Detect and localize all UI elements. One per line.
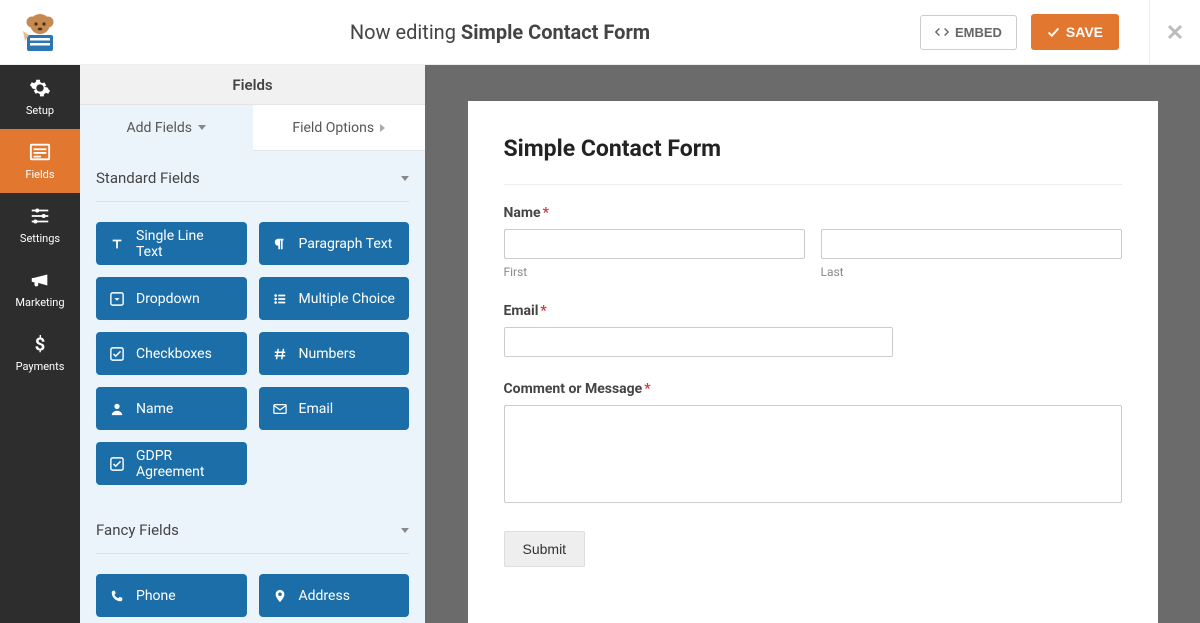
check-square-icon — [110, 457, 124, 471]
gear-icon — [29, 77, 51, 99]
form-field-message[interactable]: Comment or Message* — [504, 381, 1122, 507]
required-asterisk: * — [540, 303, 546, 319]
dollar-icon: $ — [29, 333, 51, 355]
envelope-icon — [273, 402, 287, 416]
svg-text:$: $ — [35, 334, 46, 355]
message-label: Comment or Message* — [504, 381, 1122, 397]
sidebar: Setup Fields Settings Marketing $ Paymen… — [0, 65, 80, 623]
field-address[interactable]: Address — [259, 574, 410, 617]
first-name-sublabel: First — [504, 265, 805, 279]
user-icon — [110, 402, 124, 416]
close-button[interactable] — [1150, 0, 1200, 65]
sidebar-item-payments[interactable]: $ Payments — [0, 321, 80, 385]
save-button[interactable]: SAVE — [1031, 14, 1119, 50]
sidebar-item-settings[interactable]: Settings — [0, 193, 80, 257]
panel-header: Fields — [80, 65, 425, 105]
tab-field-options[interactable]: Field Options — [253, 105, 426, 151]
embed-button[interactable]: EMBED — [920, 15, 1017, 50]
form-preview-title: Simple Contact Form — [504, 135, 1122, 185]
panel-tabs: Add Fields Field Options — [80, 105, 425, 151]
field-paragraph-text[interactable]: Paragraph Text — [259, 222, 410, 265]
list-icon — [29, 141, 51, 163]
field-email[interactable]: Email — [259, 387, 410, 430]
map-marker-icon — [273, 589, 287, 603]
chevron-down-icon — [401, 176, 409, 181]
hashtag-icon — [273, 347, 287, 361]
close-icon — [1167, 24, 1183, 40]
check-square-icon — [110, 347, 124, 361]
caret-square-icon — [110, 292, 124, 306]
form-preview-card[interactable]: Simple Contact Form Name* First Last Ema… — [468, 101, 1158, 623]
chevron-down-icon — [198, 125, 206, 130]
field-numbers[interactable]: Numbers — [259, 332, 410, 375]
field-name[interactable]: Name — [96, 387, 247, 430]
section-standard-fields[interactable]: Standard Fields — [96, 151, 409, 202]
email-label: Email* — [504, 303, 1122, 319]
sidebar-item-marketing[interactable]: Marketing — [0, 257, 80, 321]
email-input[interactable] — [504, 327, 893, 357]
wpforms-logo-icon — [19, 11, 61, 53]
sliders-icon — [29, 205, 51, 227]
field-multiple-choice[interactable]: Multiple Choice — [259, 277, 410, 320]
required-asterisk: * — [543, 205, 549, 221]
list-ul-icon — [273, 292, 287, 306]
first-name-input[interactable] — [504, 229, 805, 259]
last-name-input[interactable] — [821, 229, 1122, 259]
chevron-down-icon — [401, 528, 409, 533]
check-icon — [1047, 26, 1060, 39]
submit-button[interactable]: Submit — [504, 531, 586, 567]
paragraph-icon — [273, 237, 287, 251]
sidebar-item-setup[interactable]: Setup — [0, 65, 80, 129]
fields-panel: Fields Add Fields Field Options Standard… — [80, 65, 425, 623]
tab-add-fields[interactable]: Add Fields — [80, 105, 253, 151]
editing-prefix: Now editing — [350, 20, 461, 44]
form-field-email[interactable]: Email* — [504, 303, 1122, 357]
chevron-right-icon — [380, 124, 385, 132]
field-phone[interactable]: Phone — [96, 574, 247, 617]
sidebar-item-fields[interactable]: Fields — [0, 129, 80, 193]
field-single-line-text[interactable]: Single Line Text — [96, 222, 247, 265]
name-label: Name* — [504, 205, 1122, 221]
required-asterisk: * — [644, 381, 650, 397]
topbar: Now editing Simple Contact Form EMBED SA… — [0, 0, 1200, 65]
section-fancy-fields[interactable]: Fancy Fields — [96, 503, 409, 554]
field-checkboxes[interactable]: Checkboxes — [96, 332, 247, 375]
message-textarea[interactable] — [504, 405, 1122, 503]
phone-icon — [110, 589, 124, 603]
page-title: Now editing Simple Contact Form — [80, 20, 920, 44]
field-gdpr-agreement[interactable]: GDPR Agreement — [96, 442, 247, 485]
app-logo[interactable] — [0, 11, 80, 53]
form-field-name[interactable]: Name* First Last — [504, 205, 1122, 279]
last-name-sublabel: Last — [821, 265, 1122, 279]
bullhorn-icon — [29, 269, 51, 291]
field-dropdown[interactable]: Dropdown — [96, 277, 247, 320]
form-name: Simple Contact Form — [461, 20, 650, 44]
form-preview-area: Simple Contact Form Name* First Last Ema… — [425, 65, 1200, 623]
topbar-actions: EMBED SAVE — [920, 0, 1150, 64]
text-icon — [110, 237, 124, 251]
code-icon — [935, 25, 949, 39]
